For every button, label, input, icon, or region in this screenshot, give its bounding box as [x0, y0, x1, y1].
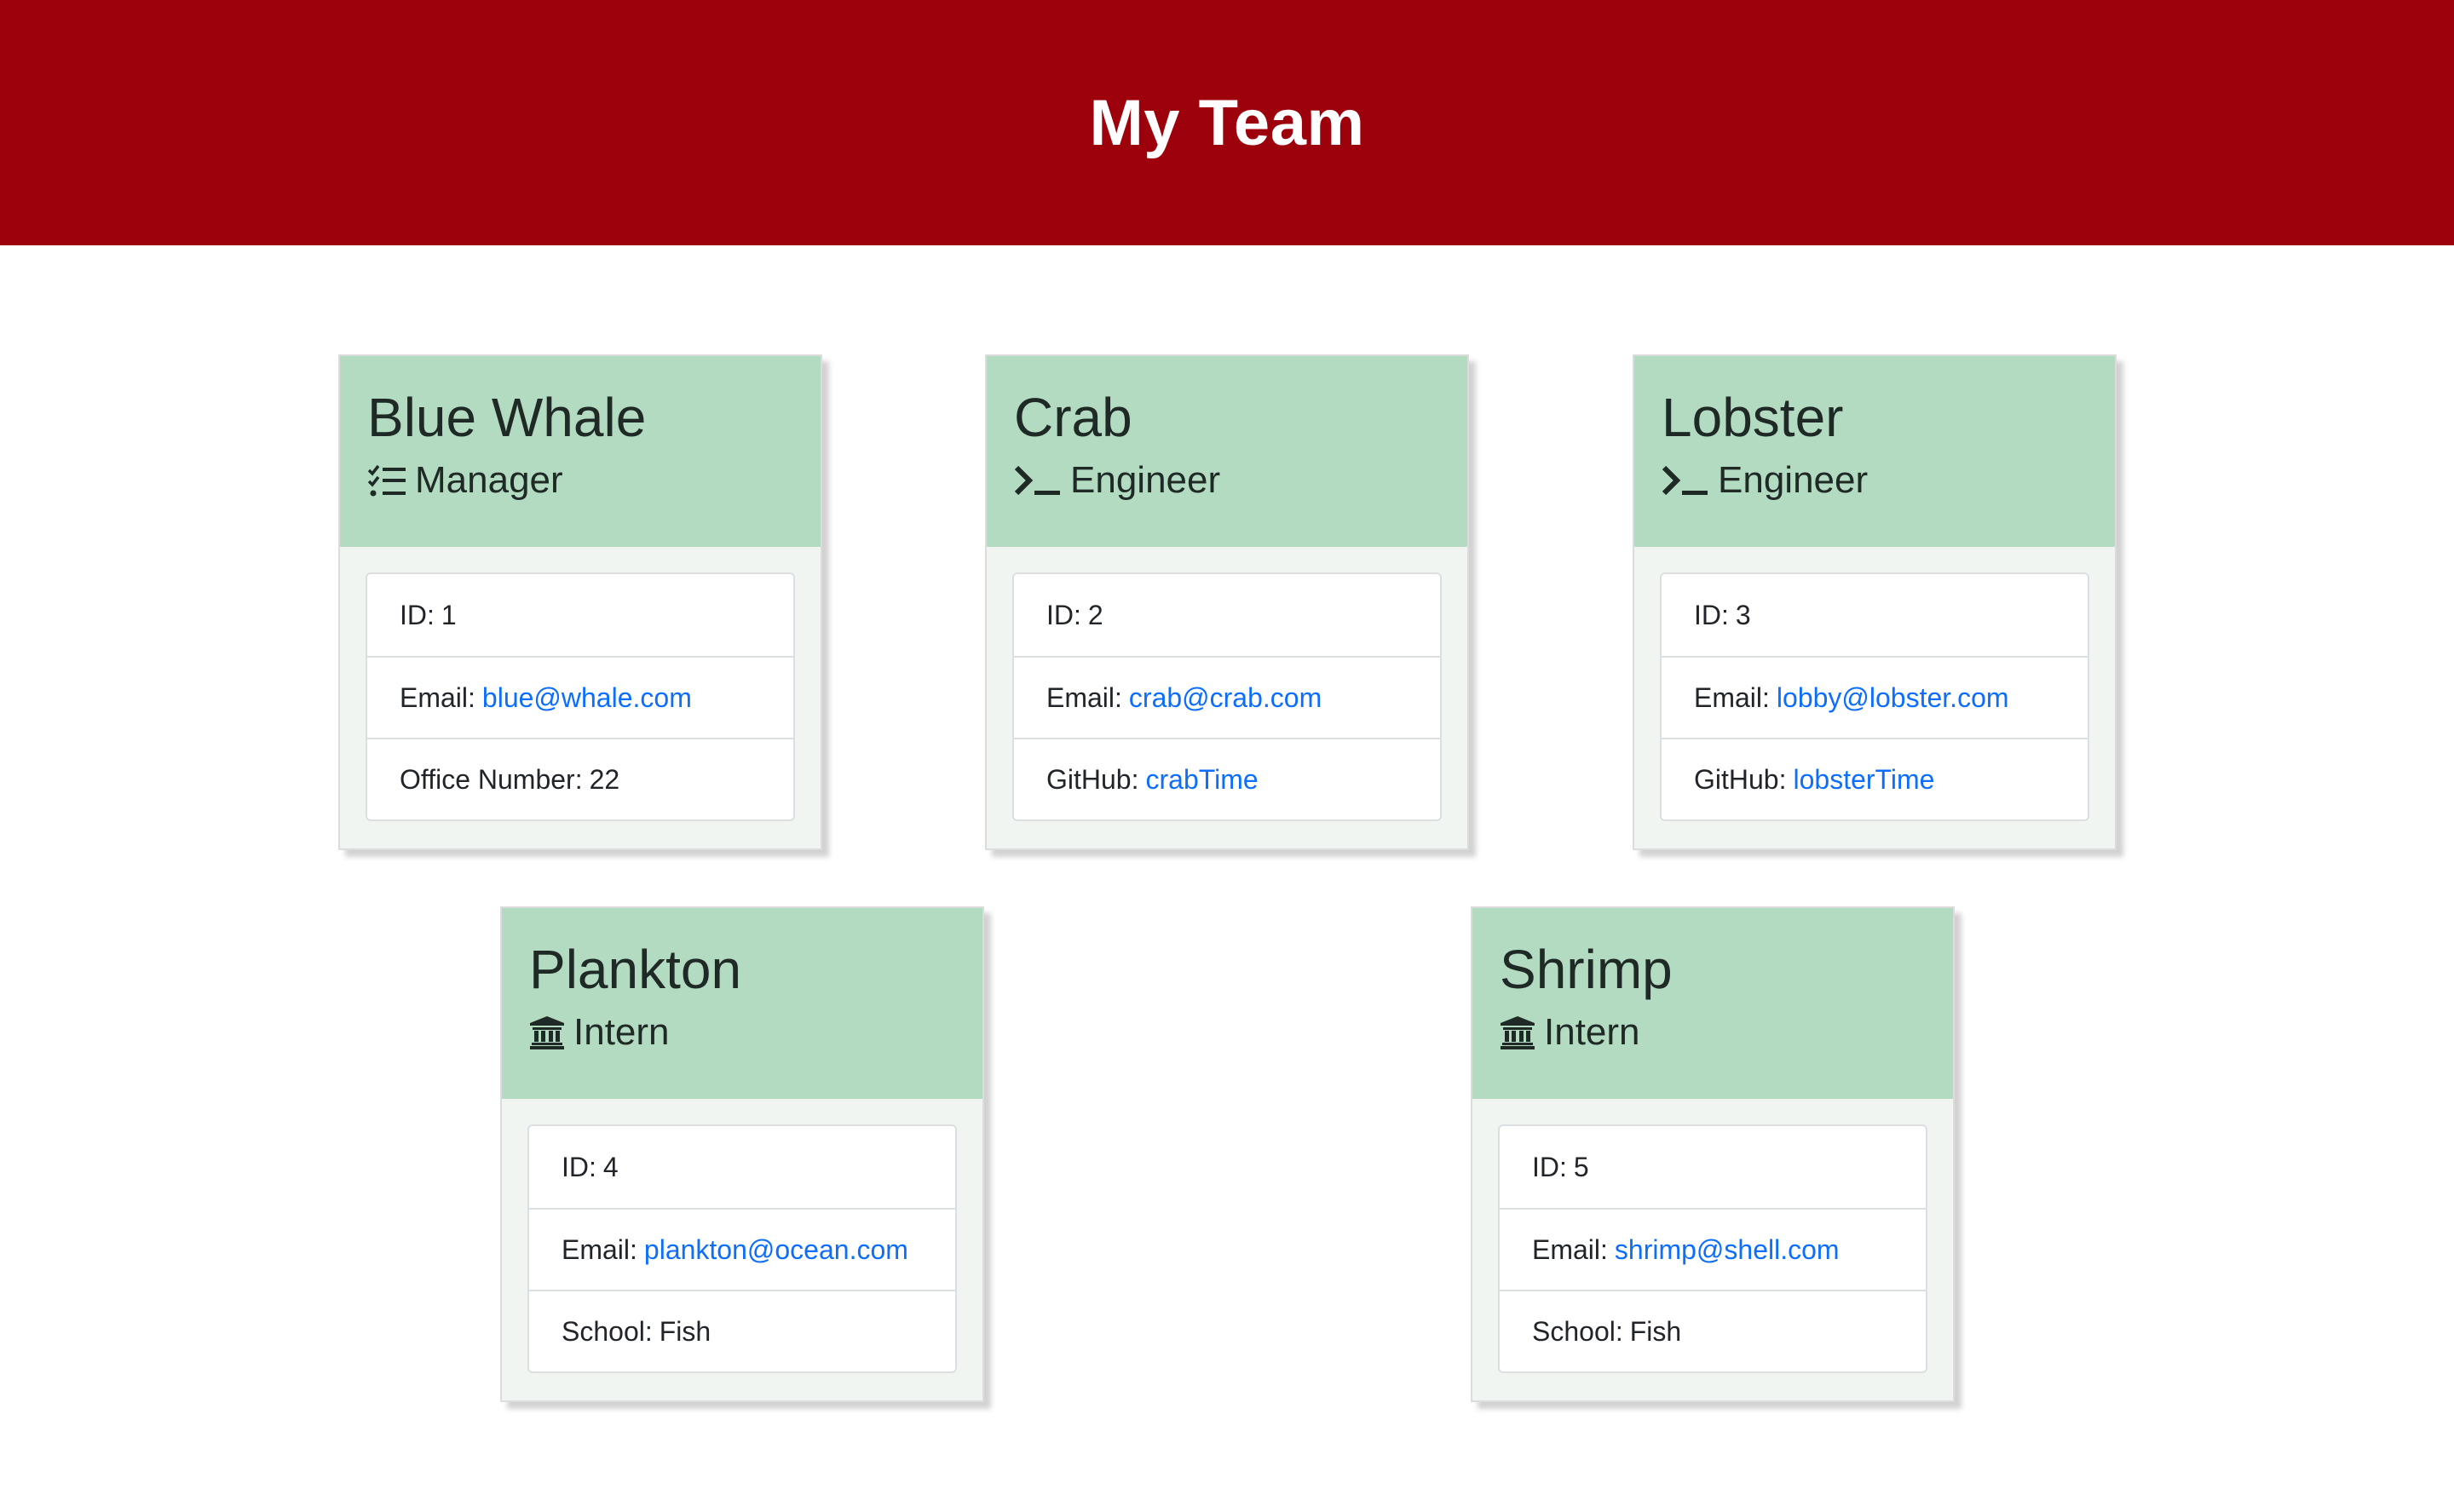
employee-role-label: Engineer [1070, 459, 1221, 501]
employee-card-engineer: Crab Engineer ID: 2 Email: crab@crab.com… [985, 354, 1469, 850]
page-title: My Team [1089, 86, 1365, 159]
employee-role: Engineer [1014, 455, 1440, 506]
id-value: 4 [602, 1151, 619, 1182]
university-icon [1500, 1015, 1535, 1049]
school-value: Fish [1629, 1315, 1682, 1347]
email-label: Email: [1046, 681, 1122, 713]
employee-id-row: ID: 5 [1500, 1126, 1926, 1208]
employee-email-row: Email: crab@crab.com [1014, 656, 1440, 738]
github-link[interactable]: crabTime [1145, 764, 1258, 796]
employee-card-engineer: Lobster Engineer ID: 3 Email: lobby@lobs… [1633, 354, 2117, 850]
employee-info-list: ID: 5 Email: shrimp@shell.com School: Fi… [1498, 1124, 1927, 1373]
email-label: Email: [1694, 681, 1770, 713]
card-header: Crab Engineer [987, 356, 1467, 547]
id-label: ID: [400, 599, 435, 630]
employee-role-label: Intern [573, 1011, 670, 1053]
employee-role-label: Engineer [1718, 459, 1869, 501]
employee-github-row: GitHub: lobsterTime [1662, 738, 2088, 819]
employee-office-row: Office Number: 22 [367, 738, 793, 819]
id-value: 2 [1087, 599, 1103, 630]
school-label: School: [1532, 1315, 1623, 1347]
employee-role-label: Manager [415, 459, 563, 501]
email-link[interactable]: plankton@ocean.com [644, 1234, 908, 1266]
employee-name: Shrimp [1500, 939, 1673, 1000]
id-label: ID: [1694, 599, 1729, 630]
email-label: Email: [1532, 1233, 1608, 1265]
page-header: My Team [0, 0, 2454, 245]
employee-card-intern: Plankton Intern ID: 4 Email: plankton@oc… [500, 906, 984, 1402]
github-label: GitHub: [1694, 763, 1787, 795]
email-link[interactable]: crab@crab.com [1129, 682, 1322, 714]
terminal-icon [1662, 463, 1709, 497]
employee-name: Crab [1014, 387, 1132, 448]
employee-email-row: Email: blue@whale.com [367, 656, 793, 738]
employee-role: Intern [529, 1007, 955, 1058]
github-link[interactable]: lobsterTime [1793, 764, 1934, 796]
employee-id-row: ID: 2 [1014, 574, 1440, 656]
employee-email-row: Email: shrimp@shell.com [1500, 1208, 1926, 1290]
tasks-list-icon [367, 463, 406, 497]
email-link[interactable]: blue@whale.com [482, 682, 692, 714]
card-header: Blue Whale Manager [340, 356, 821, 547]
id-value: 3 [1735, 599, 1751, 630]
employee-role: Manager [367, 455, 793, 506]
id-label: ID: [1046, 599, 1081, 630]
employee-name: Blue Whale [367, 387, 647, 448]
employee-role-label: Intern [1544, 1011, 1640, 1053]
employee-info-list: ID: 4 Email: plankton@ocean.com School: … [527, 1124, 957, 1373]
card-body: ID: 5 Email: shrimp@shell.com School: Fi… [1472, 1099, 1953, 1373]
terminal-icon [1014, 463, 1062, 497]
school-value: Fish [659, 1315, 711, 1347]
id-value: 1 [441, 599, 457, 630]
employee-github-row: GitHub: crabTime [1014, 738, 1440, 819]
card-body: ID: 1 Email: blue@whale.com Office Numbe… [340, 547, 821, 821]
card-body: ID: 4 Email: plankton@ocean.com School: … [502, 1099, 982, 1373]
employee-id-row: ID: 1 [367, 574, 793, 656]
email-label: Email: [400, 681, 475, 713]
employee-id-row: ID: 3 [1662, 574, 2088, 656]
employee-card-manager: Blue Whale Manager ID: 1 Email: blue@wha… [338, 354, 822, 850]
github-label: GitHub: [1046, 763, 1139, 795]
email-label: Email: [562, 1233, 637, 1265]
employee-name: Plankton [529, 939, 742, 1000]
office-number-value: 22 [589, 763, 620, 795]
email-link[interactable]: shrimp@shell.com [1615, 1234, 1840, 1266]
card-body: ID: 3 Email: lobby@lobster.com GitHub: l… [1634, 547, 2115, 821]
id-label: ID: [562, 1151, 596, 1182]
employee-school-row: School: Fish [1500, 1290, 1926, 1371]
school-label: School: [562, 1315, 653, 1347]
employee-info-list: ID: 3 Email: lobby@lobster.com GitHub: l… [1660, 572, 2089, 821]
employee-school-row: School: Fish [529, 1290, 955, 1371]
id-value: 5 [1573, 1151, 1589, 1182]
employee-role: Engineer [1662, 455, 2088, 506]
employee-name: Lobster [1662, 387, 1844, 448]
card-header: Lobster Engineer [1634, 356, 2115, 547]
card-header: Plankton Intern [502, 908, 982, 1099]
card-header: Shrimp Intern [1472, 908, 1953, 1099]
employee-id-row: ID: 4 [529, 1126, 955, 1208]
employee-email-row: Email: lobby@lobster.com [1662, 656, 2088, 738]
employee-role: Intern [1500, 1007, 1926, 1058]
employee-info-list: ID: 2 Email: crab@crab.com GitHub: crabT… [1012, 572, 1442, 821]
office-number-label: Office Number: [400, 763, 583, 795]
employee-email-row: Email: plankton@ocean.com [529, 1208, 955, 1290]
card-body: ID: 2 Email: crab@crab.com GitHub: crabT… [987, 547, 1467, 821]
id-label: ID: [1532, 1151, 1567, 1182]
employee-card-intern: Shrimp Intern ID: 5 Email: shrimp@shell.… [1471, 906, 1955, 1402]
email-link[interactable]: lobby@lobster.com [1777, 682, 2009, 714]
employee-info-list: ID: 1 Email: blue@whale.com Office Numbe… [366, 572, 795, 821]
university-icon [529, 1015, 565, 1049]
